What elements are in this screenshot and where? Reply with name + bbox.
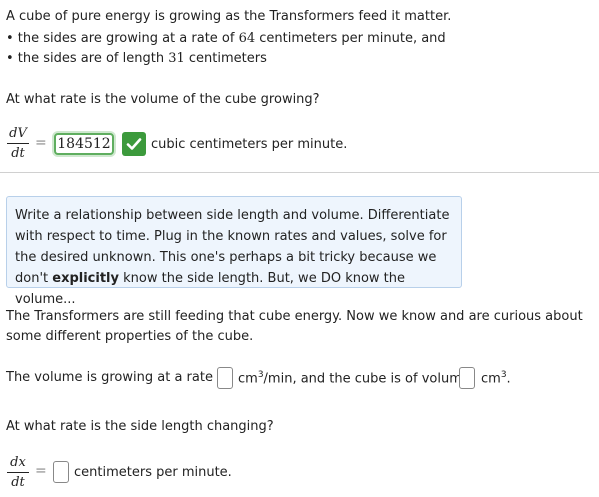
dV-dt-fraction: dV dt [7,126,29,161]
volume-unit-cm: cm [481,371,501,387]
question-side-rate: At what rate is the side length changing… [6,419,274,434]
volume-rate-input[interactable] [217,367,233,389]
side-rate-value: 64 [238,31,256,46]
dx-dt-fraction: dx dt [7,455,29,490]
bullet-side-length: • the sides are of length 31 centimeters [6,51,267,66]
volume-rate-answer-value: 184512 [57,136,111,152]
volume-input[interactable] [459,367,475,389]
fraction-denominator: dt [11,146,25,161]
volume-rate-sentence: The volume is growing at a rate of [6,370,230,385]
bullet-side-length-text: • the sides are of length [6,51,169,66]
hint-bold-text: explicitly [52,271,119,286]
fraction-numerator-2: dx [10,455,26,470]
volume-rate-answer-input[interactable]: 184512 [54,133,114,155]
fraction-denominator-2: dt [11,475,25,490]
problem-intro: A cube of pure energy is growing as the … [6,9,452,24]
fraction-bar [7,143,29,144]
volume-rate-unit-text: cm3/min, and the cube is of volume [238,370,470,386]
volume-unit-period: . [506,371,511,387]
side-length-value: 31 [168,51,185,66]
bullet-side-rate-suffix: centimeters per minute, and [255,31,446,46]
section-divider [0,172,599,173]
question-volume-rate: At what rate is the volume of the cube g… [6,92,320,107]
hint-box: Write a relationship between side length… [6,196,462,307]
equals-sign-2: = [35,463,47,479]
bullet-side-length-suffix: centimeters [184,51,267,66]
equals-sign: = [35,135,47,151]
volume-rate-unit: cubic centimeters per minute. [151,137,348,152]
bullet-side-rate-text: • the sides are growing at a rate of [6,31,239,46]
fraction-numerator: dV [9,126,27,141]
side-rate-unit: centimeters per minute. [74,465,232,480]
side-rate-input[interactable] [53,461,69,483]
fraction-bar-2 [7,472,29,473]
volume-unit-text: cm3. [481,370,511,386]
unit-cm: cm [238,371,258,387]
checkmark-icon [122,132,146,156]
bullet-side-rate: • the sides are growing at a rate of 64 … [6,31,446,46]
part2-intro: The Transformers are still feeding that … [6,309,583,344]
unit-suffix: /min, and the cube is of volume [263,371,470,387]
